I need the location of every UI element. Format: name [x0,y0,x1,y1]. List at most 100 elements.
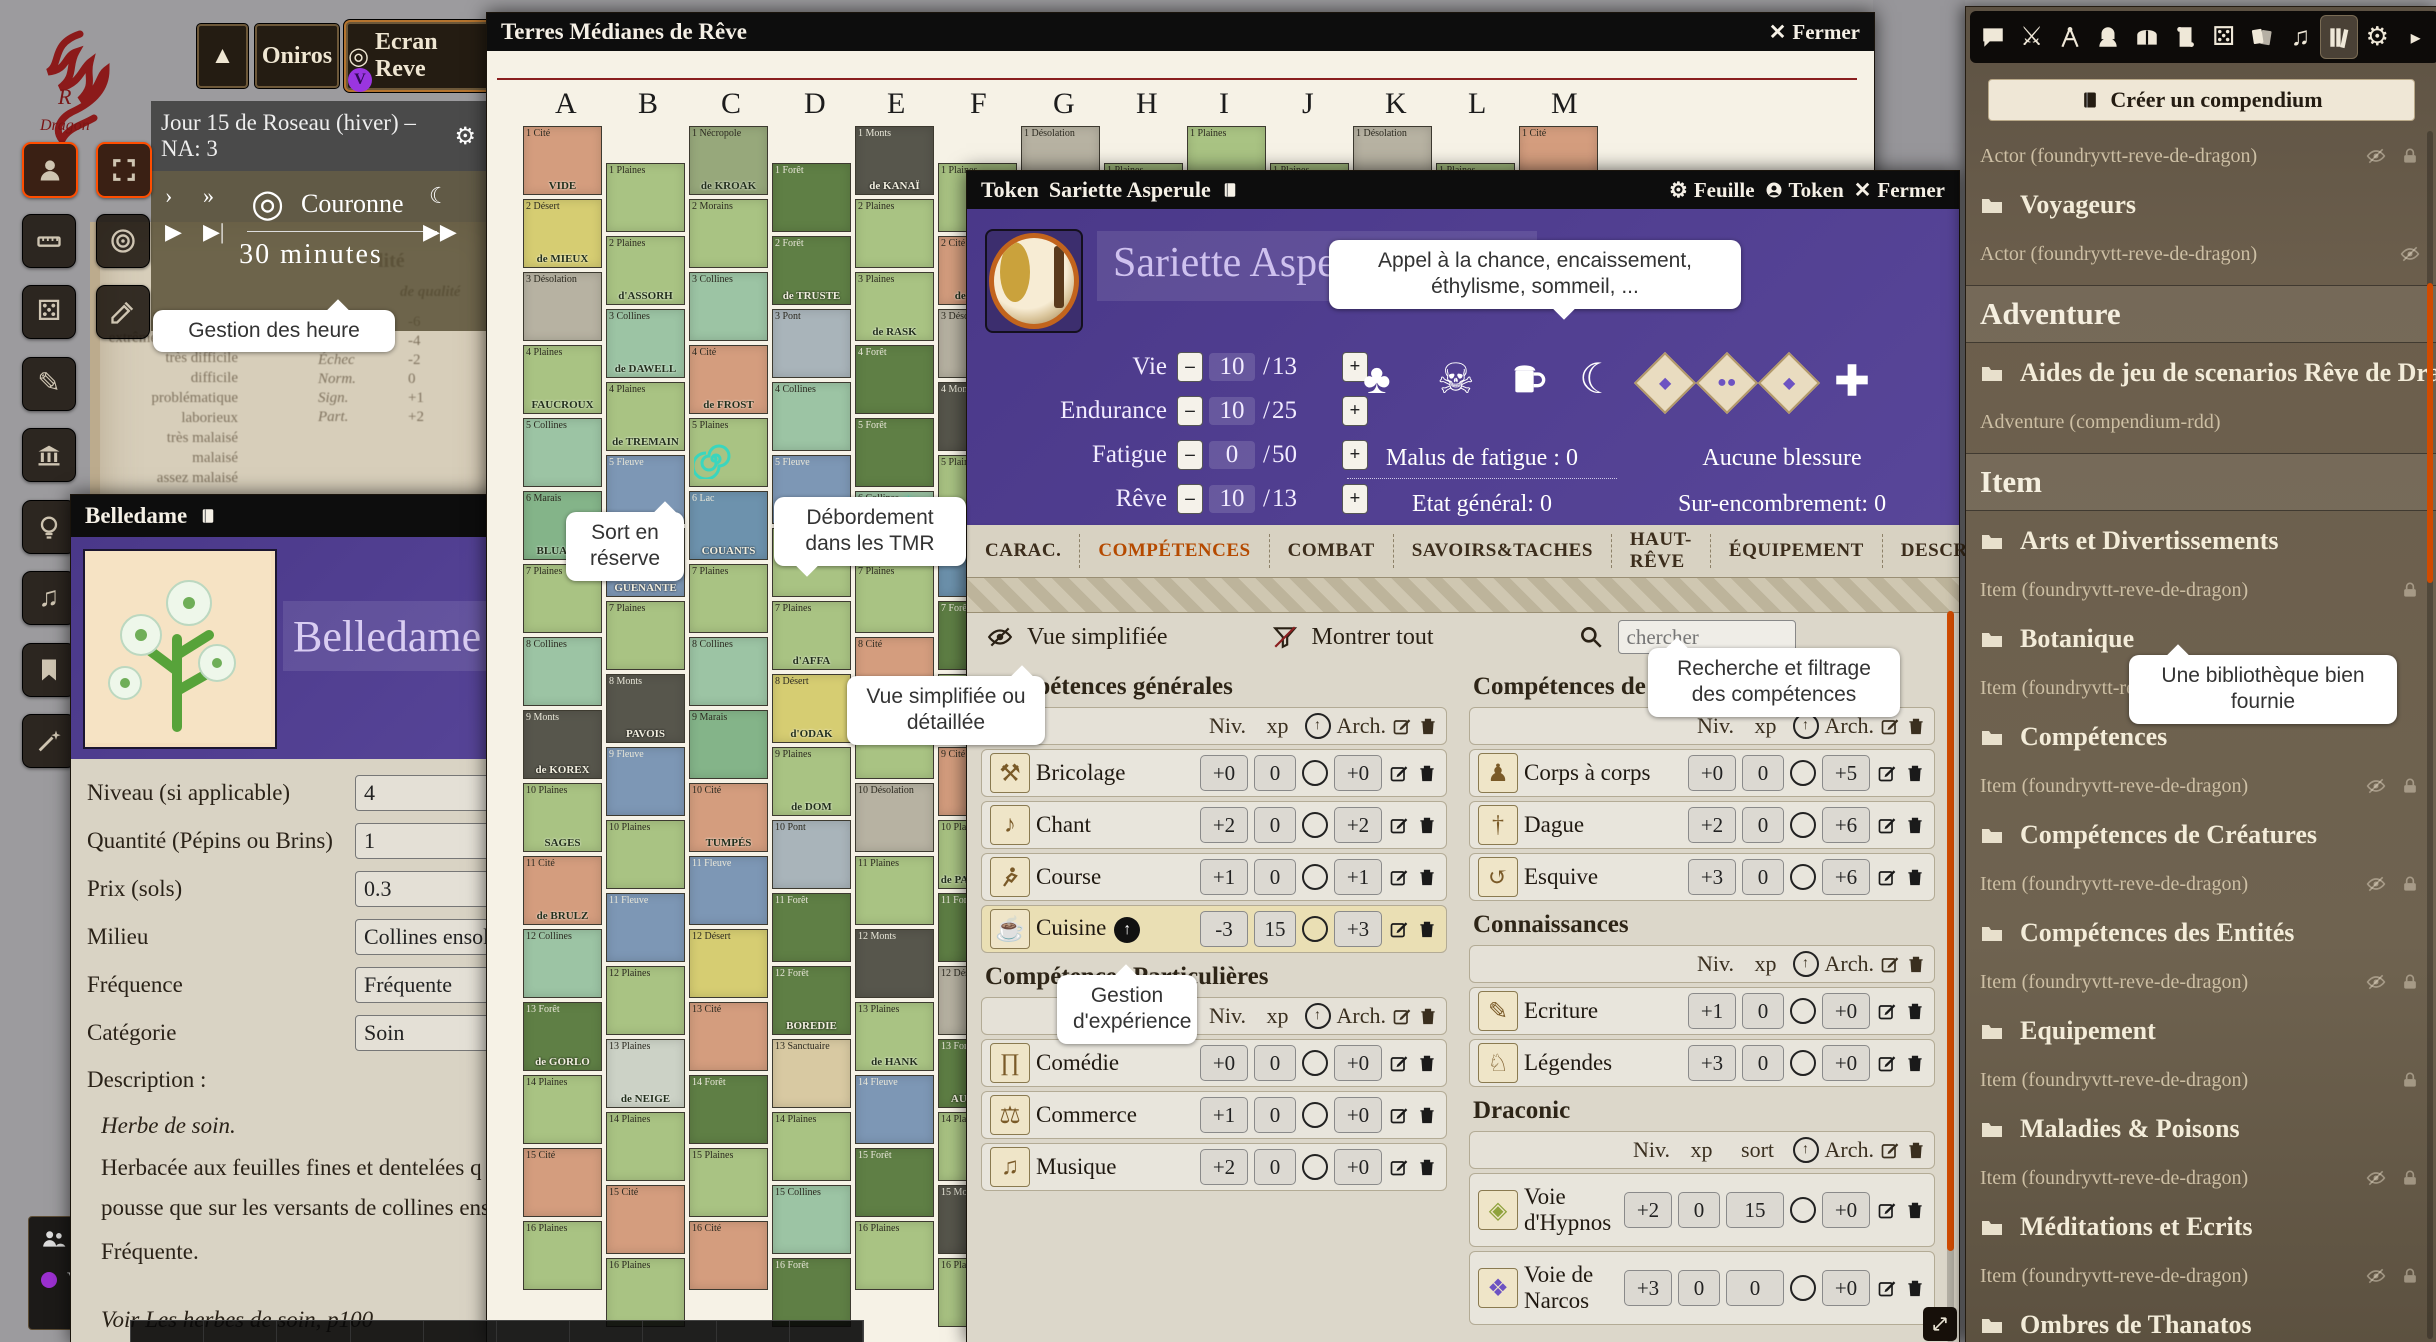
trash-icon[interactable] [1904,815,1926,835]
skill-name[interactable]: Course [1036,864,1194,890]
skill-roll-circle[interactable] [1302,812,1328,838]
trash-icon[interactable] [1904,1053,1926,1073]
field-value[interactable]: Soin [355,1015,495,1051]
skill-xp[interactable]: 0 [1742,993,1784,1029]
tmr-cell-E16[interactable]: 16 Plaines [855,1221,934,1290]
skill-niv[interactable]: +2 [1688,807,1736,843]
avatar[interactable] [985,229,1083,333]
edit-icon[interactable] [1392,716,1412,736]
time-skip-icon[interactable]: › [165,183,172,209]
edit-icon[interactable] [1880,716,1900,736]
skill-row-dague[interactable]: †Dague+20+6 [1469,801,1935,849]
tmr-cell-E14[interactable]: 14 Fleuve [855,1075,934,1144]
tmr-cell-A12[interactable]: 12 Collines [523,929,602,998]
skill-niv[interactable]: +1 [1688,993,1736,1029]
sidebar-tab-scroll[interactable] [2167,16,2203,58]
skill-name[interactable]: Musique [1036,1154,1194,1180]
cross-icon[interactable] [1831,359,1873,401]
skill-xp[interactable]: 0 [1254,1045,1296,1081]
skill-name[interactable]: Bricolage [1036,760,1194,786]
edit-icon[interactable] [1876,815,1898,835]
skill-niv[interactable]: +0 [1688,755,1736,791]
tmr-cell-A9[interactable]: 9 Montsde KOREX [523,710,602,779]
edit-icon[interactable] [1388,1053,1410,1073]
skill-name[interactable]: Dague [1524,812,1682,838]
tool-wand-button[interactable] [22,714,76,768]
skill-xp[interactable]: 0 [1678,1192,1720,1228]
skill-xp[interactable]: 0 [1742,859,1784,895]
skill-xp[interactable]: 0 [1254,755,1296,791]
skill-roll-circle[interactable] [1302,1154,1328,1180]
skill-niv[interactable]: +3 [1624,1270,1672,1306]
compendium-folder[interactable]: Equipement [1966,1007,2436,1055]
sheet-close-button[interactable]: ✕ Fermer [1854,178,1945,203]
skill-roll-circle[interactable] [1302,1050,1328,1076]
stat-value[interactable]: 10 [1209,353,1255,381]
tmr-cell-D14[interactable]: 14 Plaines [772,1112,851,1181]
compendium-folder[interactable]: Méditations et Ecrits [1966,1203,2436,1251]
trash-icon[interactable] [1904,763,1926,783]
compendium-folder[interactable]: Maladies & Poisons [1966,1105,2436,1153]
sidebar-tab-hood[interactable] [2090,16,2126,58]
skill-sort[interactable]: 0 [1726,1270,1784,1306]
tmr-cell-A5[interactable]: 5 Collines [523,418,602,487]
edit-icon[interactable] [1388,1157,1410,1177]
edit-icon[interactable] [1388,763,1410,783]
sheet-scrollbar[interactable] [1947,611,1954,1342]
skill-name[interactable]: Commerce [1036,1102,1194,1128]
tmr-cell-D4[interactable]: 4 Collines [772,382,851,451]
skill-name[interactable]: Voie de Narcos [1524,1262,1618,1314]
levelup-all-icon[interactable]: ↑ [1793,1137,1819,1163]
tmr-cell-D7[interactable]: 7 Plainesd'AFFA [772,601,851,670]
stat-value[interactable]: 0 [1209,441,1255,469]
tmr-cell-A4[interactable]: 4 PlainesFAUCROUX [523,345,602,414]
skill-name[interactable]: Légendes [1524,1050,1682,1076]
tmr-cell-B16[interactable]: 16 Plaines [606,1258,685,1327]
tmr-cell-B15[interactable]: 15 Cité [606,1185,685,1254]
skill-roll-circle[interactable] [1302,864,1328,890]
compendium-pack[interactable]: Item (foundryvtt-reve-de-dragon) [1966,761,2436,811]
tmr-cell-A8[interactable]: 8 Collines [523,637,602,706]
skill-row-esquive[interactable]: ↺Esquive+30+6 [1469,853,1935,901]
stat-value[interactable]: 10 [1209,485,1255,513]
trash-icon[interactable] [1906,954,1926,974]
tmr-cell-C4[interactable]: 4 Citéde FROST [689,345,768,414]
skill-xp[interactable]: 0 [1254,1149,1296,1185]
sidebar-tab-books[interactable] [2321,16,2357,58]
tmr-cell-D12[interactable]: 12 ForêtBOREDIE [772,966,851,1035]
sidebar-collapse-caret[interactable]: ▸ [2398,16,2434,58]
levelup-all-icon[interactable]: ↑ [1793,713,1819,739]
tool-ruler-button[interactable] [22,214,76,268]
resize-handle[interactable] [1923,1307,1957,1341]
tmr-cell-A1[interactable]: 1 CitéVIDE [523,126,602,195]
tmr-cell-B9[interactable]: 9 Fleuve [606,747,685,816]
trash-icon[interactable] [1418,1006,1438,1026]
collapse-nav-button[interactable]: ▲ [197,24,248,88]
skill-niv[interactable]: +0 [1200,755,1248,791]
tmr-cell-B1[interactable]: 1 Plaines [606,163,685,232]
tmr-cell-C13[interactable]: 13 Cité [689,1002,768,1071]
edit-icon[interactable] [1392,1006,1412,1026]
tmr-cell-E10[interactable]: 10 Désolation [855,783,934,852]
skill-name[interactable]: Comédie [1036,1050,1194,1076]
tmr-cell-B7[interactable]: 7 Plaines [606,601,685,670]
tmr-cell-A14[interactable]: 14 Plaines [523,1075,602,1144]
stat-decrease-button[interactable]: – [1177,396,1203,426]
compendium-pack[interactable]: Item (foundryvtt-reve-de-dragon) [1966,1251,2436,1301]
tab-savoirs-taches[interactable]: SAVOIRS&TACHES [1394,534,1612,568]
edit-icon[interactable] [1876,1001,1898,1021]
compendium-folder[interactable]: Ombres de Thanatos [1966,1301,2436,1342]
tool-person-button[interactable] [22,142,78,198]
tool-music-button[interactable]: ♫ [22,571,76,625]
compendium-folder[interactable]: Compétences des Entités [1966,909,2436,957]
tmr-cell-C2[interactable]: 2 Morains [689,199,768,268]
field-value[interactable]: Collines ensoleil [355,919,495,955]
edit-icon[interactable] [1388,1105,1410,1125]
tmr-cell-B3[interactable]: 3 Collinesde DAWELL [606,309,685,378]
tmr-cell-B8[interactable]: 8 MontsPAVOIS [606,674,685,743]
skill-roll-circle[interactable] [1790,760,1816,786]
trash-icon[interactable] [1906,1140,1926,1160]
sidebar-tab-chest[interactable] [2129,16,2165,58]
map-close-button[interactable]: ✕ Fermer [1769,20,1860,45]
tmr-cell-C1[interactable]: 1 Nécropolede KROAK [689,126,768,195]
